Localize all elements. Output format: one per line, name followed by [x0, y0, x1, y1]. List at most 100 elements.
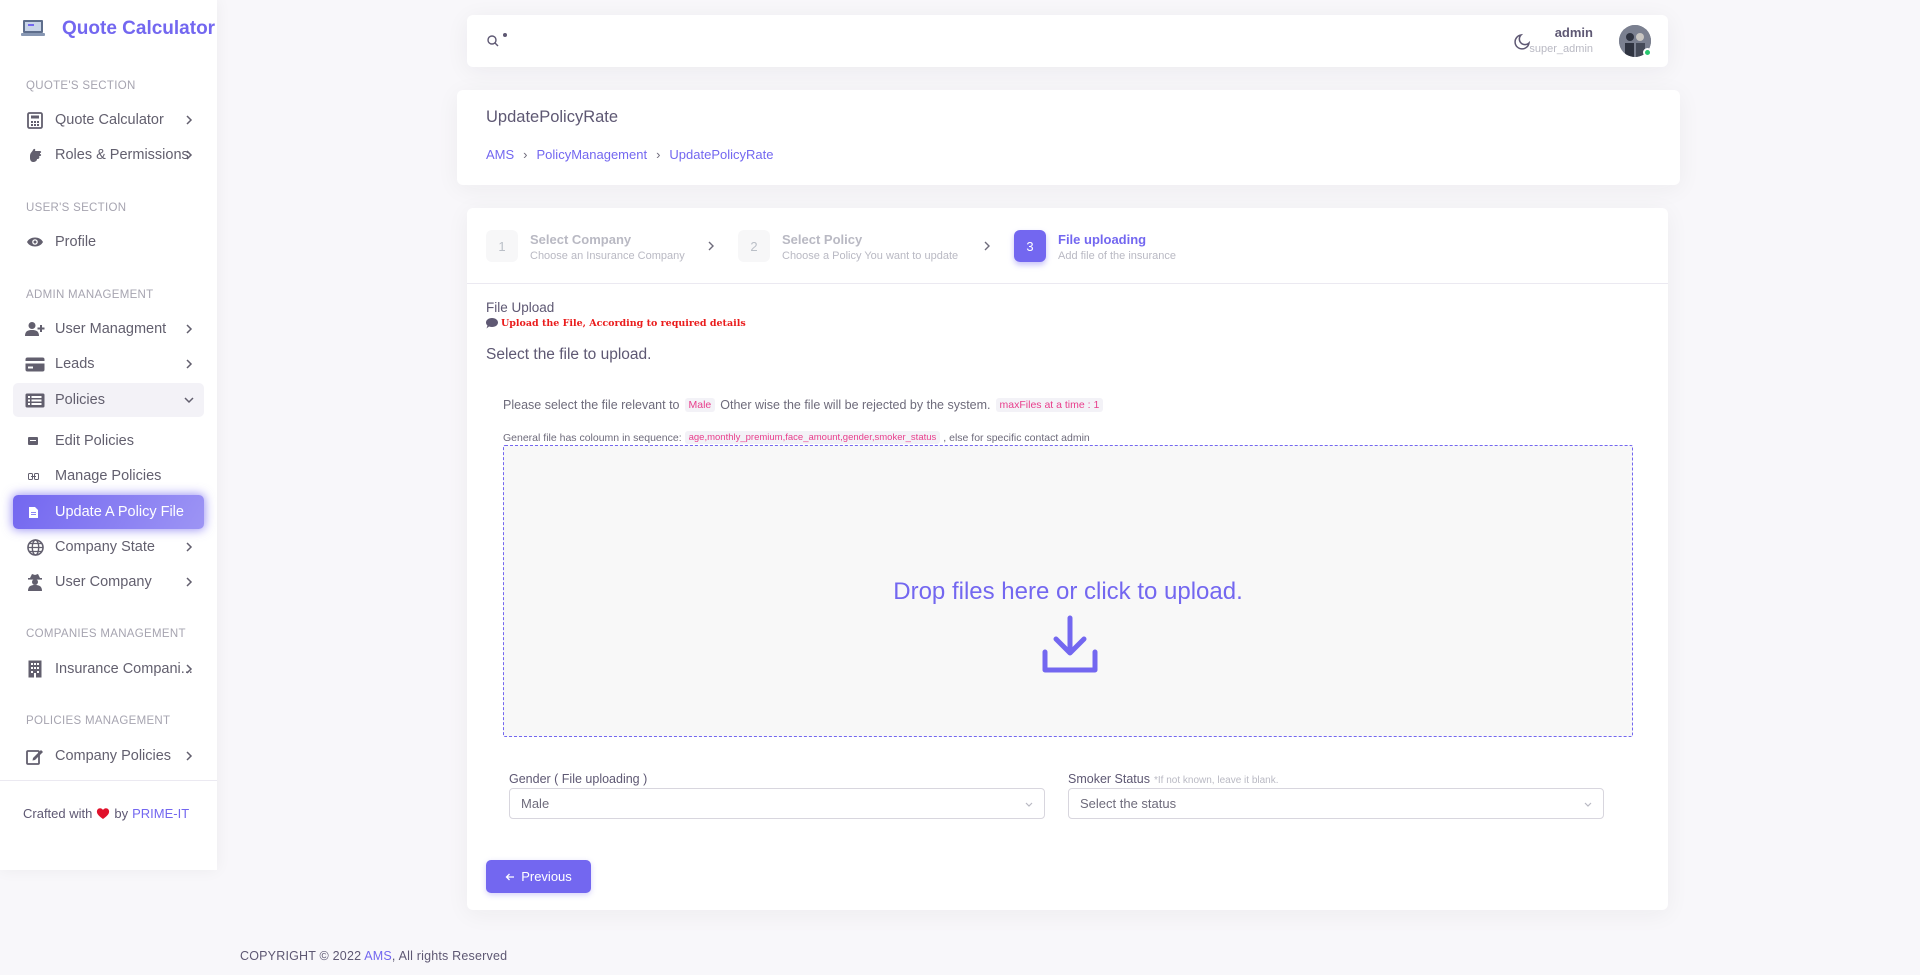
chevron-right-icon — [186, 324, 193, 334]
file-dropzone[interactable]: Drop files here or click to upload. — [503, 445, 1633, 737]
list-icon — [25, 390, 45, 410]
chevron-right-icon — [186, 150, 193, 160]
max-files-badge: maxFiles at a time : 1 — [995, 398, 1104, 412]
sidebar-item-label: Insurance Compani... — [55, 661, 193, 677]
instruction-prefix: Please select the file relevant to — [503, 398, 680, 412]
chevron-right-icon — [984, 241, 990, 251]
footer-by-text: by — [114, 806, 129, 821]
heart-icon — [97, 808, 110, 819]
chevron-down-icon — [1025, 802, 1033, 807]
copyright-text: COPYRIGHT © 2022 — [240, 949, 362, 963]
sidebar-item-leads[interactable]: Leads — [13, 347, 204, 381]
dropzone-text: Drop files here or click to upload. — [893, 578, 1243, 605]
sidebar-item-policies[interactable]: Policies — [13, 383, 204, 417]
globe-icon — [25, 537, 45, 557]
sidebar-item-label: Roles & Permissions — [55, 147, 189, 163]
sidebar-item-label: Leads — [55, 356, 95, 372]
user-name[interactable]: admin — [1555, 25, 1593, 40]
upload-warning: Upload the File, According to required d… — [486, 318, 746, 329]
online-status-badge — [1643, 48, 1652, 57]
breadcrumb-item[interactable]: PolicyManagement — [537, 147, 648, 162]
sidebar-item-quote-calculator[interactable]: Quote Calculator — [13, 103, 204, 137]
breadcrumb-separator-icon: › — [523, 147, 528, 162]
top-navbar: admin super_admin — [467, 15, 1668, 67]
sidebar-item-company-state[interactable]: Company State — [13, 530, 204, 564]
gender-code-badge: Male — [684, 398, 716, 412]
page-footer: COPYRIGHT © 2022 AMS, All rights Reserve… — [240, 949, 507, 963]
smoker-hint: *If not known, leave it blank. — [1153, 775, 1279, 786]
building-icon — [25, 659, 45, 679]
previous-button[interactable]: Previous — [486, 860, 591, 893]
search-icon[interactable] — [486, 34, 500, 48]
user-role: super_admin — [1529, 43, 1593, 55]
step-file-uploading[interactable]: 3 File uploading Add file of the insuran… — [1014, 230, 1176, 262]
eye-icon — [25, 232, 45, 252]
step-select-company[interactable]: 1 Select Company Choose an Insurance Com… — [486, 230, 685, 262]
breadcrumb-separator-icon: › — [656, 147, 661, 162]
sidebar-item-label: User Company — [55, 574, 152, 590]
sidebar-item-user-company[interactable]: User Company — [13, 565, 204, 599]
breadcrumb-item[interactable]: UpdatePolicyRate — [669, 147, 773, 162]
upload-heading: Select the file to upload. — [486, 346, 652, 363]
step-number: 2 — [738, 230, 770, 262]
gender-select[interactable]: Male — [509, 788, 1045, 819]
breadcrumb: AMS › PolicyManagement › UpdatePolicyRat… — [486, 147, 773, 162]
file-upload-label: File Upload — [486, 300, 555, 315]
step-title: Select Company — [530, 232, 632, 247]
sidebar-item-label: Update A Policy File — [55, 504, 184, 520]
wizard-card: 1 Select Company Choose an Insurance Com… — [467, 208, 1668, 910]
user-plus-icon — [25, 319, 45, 339]
sidebar-item-update-policy-file[interactable]: Update A Policy File — [13, 495, 204, 529]
breadcrumb-item[interactable]: AMS — [486, 147, 514, 162]
section-header-users: USER'S SECTION — [26, 202, 127, 214]
page-header-card: UpdatePolicyRate AMS › PolicyManagement … — [457, 90, 1680, 185]
chevron-down-icon — [184, 397, 194, 404]
page-title: UpdatePolicyRate — [486, 108, 619, 126]
sidebar-item-user-management[interactable]: User Managment — [13, 312, 204, 346]
gender-label: Gender ( File uploading ) — [509, 772, 648, 786]
chevron-right-icon — [186, 577, 193, 587]
sidebar-item-insurance-companies[interactable]: Insurance Compani... — [13, 652, 204, 686]
download-icon — [1042, 615, 1098, 673]
chevron-right-icon — [186, 542, 193, 552]
sidebar-footer: Crafted with by PRIME-IT — [23, 806, 189, 821]
chevron-right-icon — [186, 751, 193, 761]
sidebar-item-manage-policies[interactable]: Manage Policies — [13, 459, 204, 493]
smoker-status-label: Smoker Status *If not known, leave it bla… — [1068, 772, 1279, 786]
upload-warning-text: Upload the File, According to required d… — [501, 318, 746, 329]
brand-name: Quote Calculator — [62, 18, 216, 39]
footer-brand-link[interactable]: PRIME-IT — [132, 806, 189, 821]
sidebar: Quote Calculator QUOTE'S SECTION Quote C… — [0, 0, 217, 870]
link-icon — [27, 466, 39, 486]
previous-button-label: Previous — [521, 869, 572, 884]
document-icon — [27, 502, 39, 522]
sidebar-item-roles-permissions[interactable]: Roles & Permissions — [13, 138, 204, 172]
speech-bubble-icon — [486, 318, 498, 329]
edit-icon — [25, 746, 45, 766]
sidebar-item-label: Company Policies — [55, 748, 172, 764]
sidebar-item-label: Edit Policies — [55, 433, 134, 449]
smoker-select-value: Select the status — [1080, 796, 1177, 811]
step-number: 1 — [486, 230, 518, 262]
section-header-policies: POLICIES MANAGEMENT — [26, 715, 171, 727]
step-title: Select Policy — [782, 232, 863, 247]
brand[interactable]: Quote Calculator — [0, 0, 217, 58]
step-select-policy[interactable]: 2 Select Policy Choose a Policy You want… — [738, 230, 958, 262]
search-indicator — [503, 33, 507, 37]
step-subtitle: Add file of the insurance — [1058, 250, 1177, 262]
sidebar-item-profile[interactable]: Profile — [13, 225, 204, 259]
wizard-stepper: 1 Select Company Choose an Insurance Com… — [467, 208, 1668, 284]
sidebar-item-edit-policies[interactable]: Edit Policies — [13, 424, 204, 458]
column-instructions: General file has coloumn in sequence: ag… — [503, 431, 1090, 444]
columns-code-badge: age,monthly_premium,face_amount,gender,s… — [684, 431, 941, 444]
chevron-right-icon — [186, 664, 193, 674]
step-subtitle: Choose an Insurance Company — [530, 250, 685, 262]
footer-ams-link[interactable]: AMS — [364, 949, 392, 963]
calculator-icon — [25, 110, 45, 130]
sidebar-item-company-policies[interactable]: Company Policies — [13, 739, 204, 773]
hand-icon — [25, 145, 45, 165]
smoker-status-select[interactable]: Select the status — [1068, 788, 1604, 819]
instruction-suffix: Other wise the file will be rejected by … — [720, 398, 991, 412]
step-number: 3 — [1014, 230, 1046, 262]
columns-suffix: , else for specific contact admin — [943, 431, 1090, 444]
